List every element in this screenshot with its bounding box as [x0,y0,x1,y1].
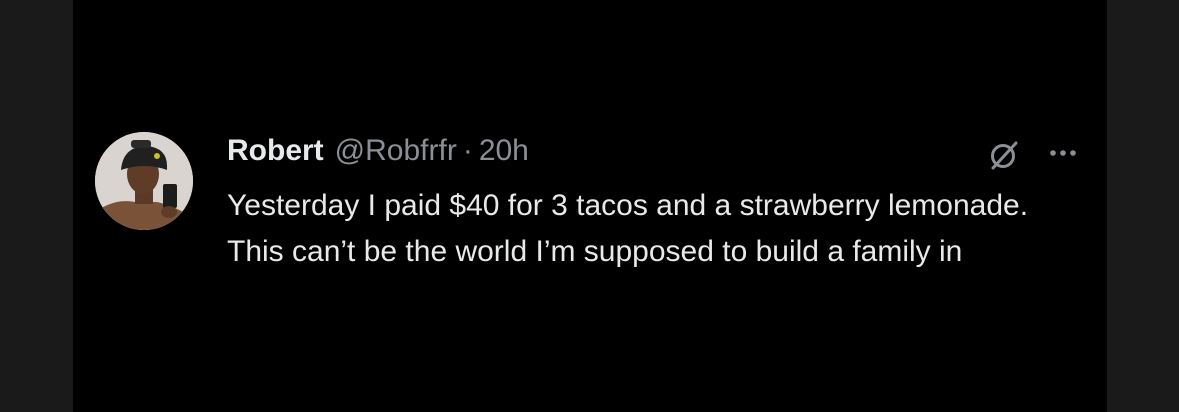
profile-photo-icon [95,132,193,230]
screenshot-frame: Robert @Robfrfr · 20h Yesterday I paid $… [0,0,1179,412]
grok-icon[interactable] [987,138,1021,172]
tweet-header: Robert @Robfrfr · 20h [227,134,529,174]
tweet-card[interactable]: Robert @Robfrfr · 20h Yesterday I paid $… [73,0,1107,412]
timestamp[interactable]: 20h [479,134,529,168]
avatar[interactable] [95,132,193,230]
header-separator: · [462,134,473,167]
more-options-icon[interactable] [1043,138,1083,168]
display-name[interactable]: Robert [227,134,324,168]
tweet-text: Yesterday I paid $40 for 3 tacos and a s… [227,189,1029,268]
user-handle[interactable]: @Robfrfr [335,134,457,168]
